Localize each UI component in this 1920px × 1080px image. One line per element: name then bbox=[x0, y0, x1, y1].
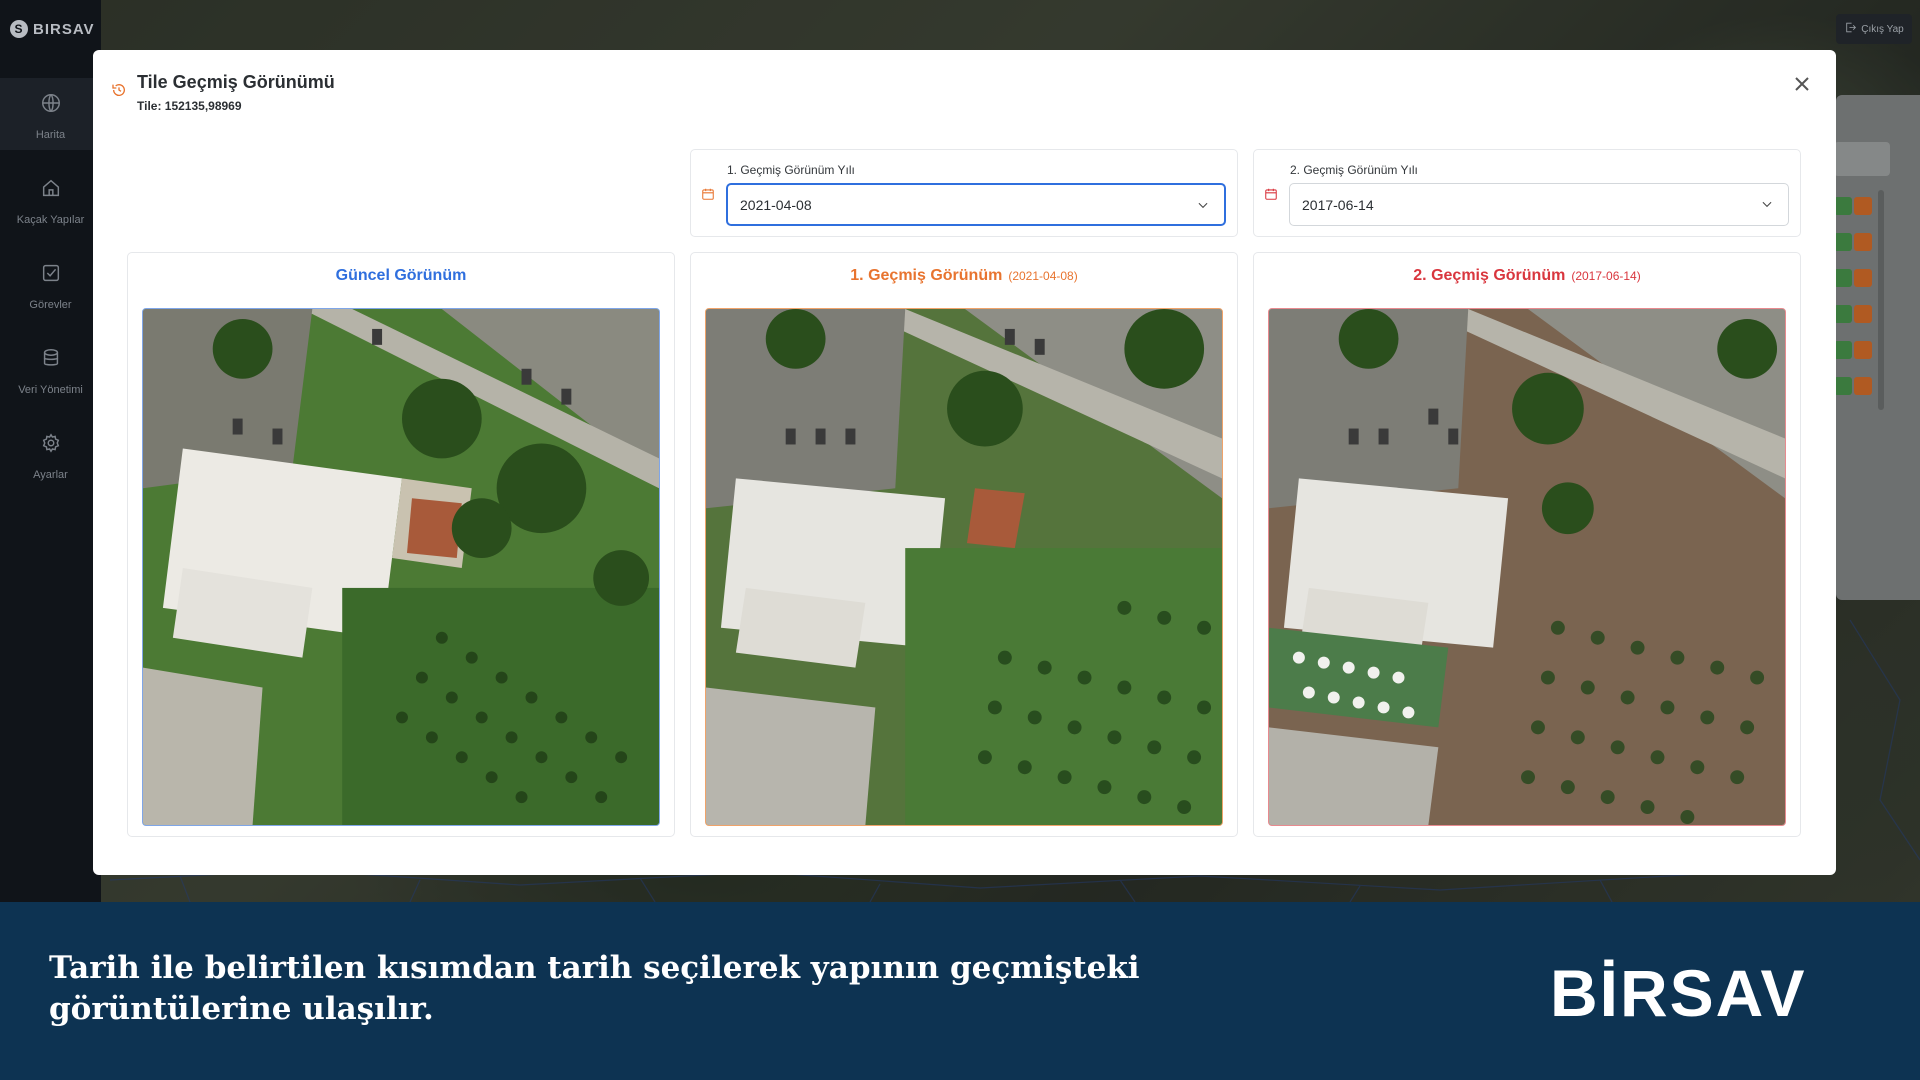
sidebar-item-gorevler[interactable]: Görevler bbox=[0, 248, 101, 320]
history-2-satellite-image bbox=[1268, 308, 1786, 826]
globe-icon bbox=[40, 92, 62, 117]
birsav-logo-text: BİRSAV bbox=[1550, 956, 1806, 1026]
sidebar-item-veri-yonetimi[interactable]: Veri Yönetimi bbox=[0, 333, 101, 405]
chevron-down-icon bbox=[1196, 198, 1210, 212]
app-root: S BIRSAV Harita Kaçak Yapılar Görevler V… bbox=[0, 0, 1920, 1080]
panel-map-button[interactable] bbox=[1854, 305, 1872, 323]
current-satellite-image bbox=[142, 308, 660, 826]
history-icon bbox=[111, 82, 127, 98]
view-title-text: 2. Geçmiş Görünüm bbox=[1413, 267, 1566, 284]
sidebar-item-label: Kaçak Yapılar bbox=[16, 214, 85, 226]
bottom-banner: Tarih ile belirtilen kısımdan tarih seçi… bbox=[0, 902, 1920, 1080]
view-title-text: Güncel Görünüm bbox=[335, 267, 467, 284]
tile-id: Tile: 152135,98969 bbox=[137, 99, 242, 113]
panel-approve-button[interactable] bbox=[1834, 197, 1852, 215]
close-icon bbox=[1795, 77, 1809, 91]
history-view-1-card: 1. Geçmiş Görünüm (2021-04-08) bbox=[690, 252, 1238, 837]
sidebar-item-ayarlar[interactable]: Ayarlar bbox=[0, 418, 101, 490]
current-view-card: Güncel Görünüm bbox=[127, 252, 675, 837]
modal-header: Tile Geçmiş Görünümü Tile: 152135,98969 bbox=[111, 72, 335, 113]
close-button[interactable] bbox=[1790, 72, 1814, 96]
sidebar-logo[interactable]: S BIRSAV bbox=[10, 20, 95, 38]
satellite-image bbox=[143, 309, 659, 825]
birsav-logo: BİRSAV bbox=[1550, 956, 1806, 1026]
history-view-2-title: 2. Geçmiş Görünüm (2017-06-14) bbox=[1254, 267, 1800, 285]
panel-map-button[interactable] bbox=[1854, 341, 1872, 359]
picker-card-1: 1. Geçmiş Görünüm Yılı 2021-04-08 bbox=[690, 149, 1238, 237]
picker-card-2: 2. Geçmiş Görünüm Yılı 2017-06-14 bbox=[1253, 149, 1801, 237]
tile-history-modal: Tile Geçmiş Görünümü Tile: 152135,98969 … bbox=[93, 50, 1836, 875]
calendar-icon bbox=[1264, 187, 1278, 201]
view-date: (2017-06-14) bbox=[1571, 269, 1641, 283]
modal-title: Tile Geçmiş Görünümü bbox=[137, 72, 335, 92]
current-view-title: Güncel Görünüm bbox=[128, 267, 674, 285]
chevron-down-icon bbox=[1760, 197, 1774, 211]
banner-caption: Tarih ile belirtilen kısımdan tarih seçi… bbox=[49, 950, 1140, 1027]
sidebar-item-label: Harita bbox=[35, 129, 66, 141]
panel-approve-button[interactable] bbox=[1834, 269, 1852, 287]
history-view-2-card: 2. Geçmiş Görünüm (2017-06-14) bbox=[1253, 252, 1801, 837]
sidebar-item-label: Görevler bbox=[29, 299, 72, 311]
sidebar-item-label: Veri Yönetimi bbox=[18, 384, 83, 396]
logout-icon bbox=[1844, 21, 1857, 37]
logout-button[interactable]: Çıkış Yap bbox=[1836, 14, 1912, 44]
sidebar-item-label: Ayarlar bbox=[33, 469, 68, 481]
logout-label: Çıkış Yap bbox=[1861, 23, 1904, 35]
date-select-2[interactable]: 2017-06-14 bbox=[1289, 183, 1789, 226]
panel-approve-button[interactable] bbox=[1834, 341, 1852, 359]
panel-map-button[interactable] bbox=[1854, 233, 1872, 251]
panel-map-button[interactable] bbox=[1854, 197, 1872, 215]
logo-text: BIRSAV bbox=[33, 20, 95, 38]
date-select-1-value: 2021-04-08 bbox=[740, 196, 812, 213]
panel-map-button[interactable] bbox=[1854, 269, 1872, 287]
panel-approve-button[interactable] bbox=[1834, 233, 1852, 251]
logo-icon: S bbox=[10, 20, 28, 38]
checkbox-icon bbox=[40, 262, 62, 287]
view-date: (2021-04-08) bbox=[1008, 269, 1078, 283]
right-panel-search[interactable] bbox=[1834, 142, 1890, 176]
gear-icon bbox=[40, 432, 62, 457]
panel-map-button[interactable] bbox=[1854, 377, 1872, 395]
panel-scrollbar[interactable] bbox=[1878, 190, 1884, 410]
satellite-image bbox=[1269, 309, 1785, 825]
sidebar-item-kacak-yapilar[interactable]: Kaçak Yapılar bbox=[0, 163, 101, 235]
panel-approve-button[interactable] bbox=[1834, 305, 1852, 323]
date-select-2-value: 2017-06-14 bbox=[1302, 196, 1374, 213]
sidebar-item-harita[interactable]: Harita bbox=[0, 78, 101, 150]
picker-1-label: 1. Geçmiş Görünüm Yılı bbox=[727, 163, 855, 177]
sidebar: S BIRSAV Harita Kaçak Yapılar Görevler V… bbox=[0, 0, 101, 902]
history-1-satellite-image bbox=[705, 308, 1223, 826]
view-title-text: 1. Geçmiş Görünüm bbox=[850, 267, 1003, 284]
panel-approve-button[interactable] bbox=[1834, 377, 1852, 395]
database-icon bbox=[40, 347, 62, 372]
picker-2-label: 2. Geçmiş Görünüm Yılı bbox=[1290, 163, 1418, 177]
home-icon bbox=[40, 177, 62, 202]
history-view-1-title: 1. Geçmiş Görünüm (2021-04-08) bbox=[691, 267, 1237, 285]
calendar-icon bbox=[701, 187, 715, 201]
date-select-1[interactable]: 2021-04-08 bbox=[726, 183, 1226, 226]
satellite-image bbox=[706, 309, 1222, 825]
